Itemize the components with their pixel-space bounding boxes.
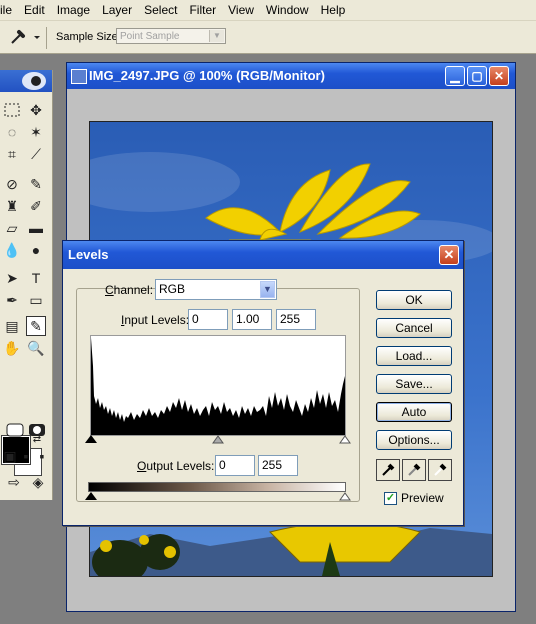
notes-tool-icon[interactable]: ▤ — [2, 316, 22, 336]
input-gamma-slider[interactable] — [212, 435, 224, 444]
magic-wand-tool-icon[interactable]: ✶ — [26, 122, 46, 142]
screen-mode-standard-icon[interactable]: ▣ — [2, 446, 18, 466]
sample-size-value: Point Sample — [120, 31, 180, 42]
preview-label: Preview — [401, 491, 444, 505]
ok-button[interactable]: OK — [376, 290, 452, 310]
auto-button[interactable]: Auto — [376, 402, 452, 422]
document-title: IMG_2497.JPG @ 100% (RGB/Monitor) — [89, 68, 325, 83]
marquee-tool-icon[interactable] — [2, 100, 22, 120]
path-selection-tool-icon[interactable]: ➤ — [2, 268, 22, 288]
output-white-field[interactable]: 255 — [258, 455, 298, 476]
output-black-field[interactable]: 0 — [215, 455, 255, 476]
crop-tool-icon[interactable]: ⌗ — [2, 144, 22, 164]
gradient-tool-icon[interactable]: ▬ — [26, 218, 46, 238]
gray-eyedropper-icon[interactable] — [402, 459, 426, 481]
levels-titlebar[interactable]: Levels — [63, 241, 463, 269]
toolbox: ✥ ◌ ✶ ⌗ ⟋ ⊘ ✎ ♜ ✐ ▱ ▬ 💧 ● ➤ T ✒ ▭ ▤ ✎ ✋ … — [0, 70, 53, 500]
preview-checkbox[interactable]: ✓ — [384, 492, 397, 505]
menu-select[interactable]: Select — [138, 0, 183, 20]
screen-mode-menubar-icon[interactable]: ▪ — [18, 446, 34, 466]
dodge-tool-icon[interactable]: ● — [26, 240, 46, 260]
output-levels-label: Output Levels: — [137, 459, 215, 473]
output-black-slider[interactable] — [85, 492, 97, 500]
input-white-slider[interactable] — [339, 435, 351, 444]
maximize-button[interactable]: ▢ — [467, 66, 487, 86]
minimize-button[interactable]: ▁ — [445, 66, 465, 86]
toolbox-header — [0, 70, 52, 92]
black-eyedropper-icon[interactable] — [376, 459, 400, 481]
levels-dialog: Levels ✕ Channel: RGB ▼ Input Levels: 0 … — [62, 240, 464, 526]
output-white-slider[interactable] — [339, 492, 351, 501]
lasso-tool-icon[interactable]: ◌ — [2, 122, 22, 142]
standard-mode-icon[interactable] — [4, 420, 26, 440]
screen-mode-full-icon[interactable]: ▪ — [34, 446, 50, 466]
output-sliders[interactable] — [83, 492, 353, 502]
menu-image[interactable]: Image — [51, 0, 96, 20]
hand-tool-icon[interactable]: ✋ — [2, 338, 22, 358]
jump-to-app-icon[interactable]: ◈ — [28, 472, 48, 492]
channel-select[interactable]: RGB ▼ — [155, 279, 277, 300]
histogram — [90, 335, 346, 436]
options-button[interactable]: Options... — [376, 430, 452, 450]
eraser-tool-icon[interactable]: ▱ — [2, 218, 22, 238]
sample-size-label: Sample Size: — [56, 31, 121, 43]
levels-title: Levels — [68, 247, 109, 262]
brush-tool-icon[interactable]: ✎ — [26, 174, 46, 194]
histogram-graph — [91, 338, 345, 435]
input-levels-label: Input Levels: — [121, 313, 190, 327]
channel-value: RGB — [159, 282, 186, 296]
menu-view[interactable]: View — [222, 0, 260, 20]
levels-close-button[interactable]: ✕ — [439, 245, 459, 265]
menu-filter[interactable]: Filter — [183, 0, 222, 20]
save-button[interactable]: Save... — [376, 374, 452, 394]
channel-label: Channel: — [105, 283, 154, 297]
menu-file[interactable]: ile — [0, 0, 18, 20]
quick-mask-mode-icon[interactable] — [26, 420, 48, 440]
options-separator — [46, 27, 47, 49]
jump-to-imageready-icon[interactable]: ⇨ — [2, 472, 26, 492]
input-sliders[interactable] — [83, 435, 353, 445]
slice-tool-icon[interactable]: ⟋ — [26, 144, 46, 164]
menu-layer[interactable]: Layer — [96, 0, 138, 20]
type-tool-icon[interactable]: T — [26, 268, 46, 288]
chevron-down-icon[interactable]: ▼ — [260, 281, 275, 298]
options-bar: Sample Size: Point Sample ▼ — [0, 21, 536, 54]
history-brush-tool-icon[interactable]: ✐ — [26, 196, 46, 216]
eyedropper-tool-icon[interactable]: ✎ — [26, 316, 46, 336]
input-gamma-field[interactable]: 1.00 — [232, 309, 272, 330]
eyedropper-tool-preset-icon[interactable] — [8, 27, 40, 50]
menu-help[interactable]: Help — [315, 0, 352, 20]
cancel-button[interactable]: Cancel — [376, 318, 452, 338]
healing-brush-tool-icon[interactable]: ⊘ — [2, 174, 22, 194]
pen-tool-icon[interactable]: ✒ — [2, 290, 22, 310]
load-button[interactable]: Load... — [376, 346, 452, 366]
input-black-field[interactable]: 0 — [188, 309, 228, 330]
close-button[interactable]: ✕ — [489, 66, 509, 86]
photoshop-eye-icon — [22, 72, 46, 90]
white-eyedropper-icon[interactable] — [428, 459, 452, 481]
document-icon — [71, 69, 87, 84]
zoom-tool-icon[interactable]: 🔍 — [26, 338, 46, 358]
sample-size-select[interactable]: Point Sample ▼ — [116, 28, 226, 44]
output-gradient — [88, 482, 346, 492]
menu-edit[interactable]: Edit — [18, 0, 51, 20]
blur-tool-icon[interactable]: 💧 — [2, 240, 22, 260]
clone-stamp-tool-icon[interactable]: ♜ — [2, 196, 22, 216]
input-black-slider[interactable] — [85, 435, 97, 443]
menu-bar: ile Edit Image Layer Select Filter View … — [0, 0, 536, 21]
chevron-down-icon: ▼ — [209, 30, 224, 42]
shape-tool-icon[interactable]: ▭ — [26, 290, 46, 310]
menu-window[interactable]: Window — [260, 0, 315, 20]
input-white-field[interactable]: 255 — [276, 309, 316, 330]
move-tool-icon[interactable]: ✥ — [26, 100, 46, 120]
